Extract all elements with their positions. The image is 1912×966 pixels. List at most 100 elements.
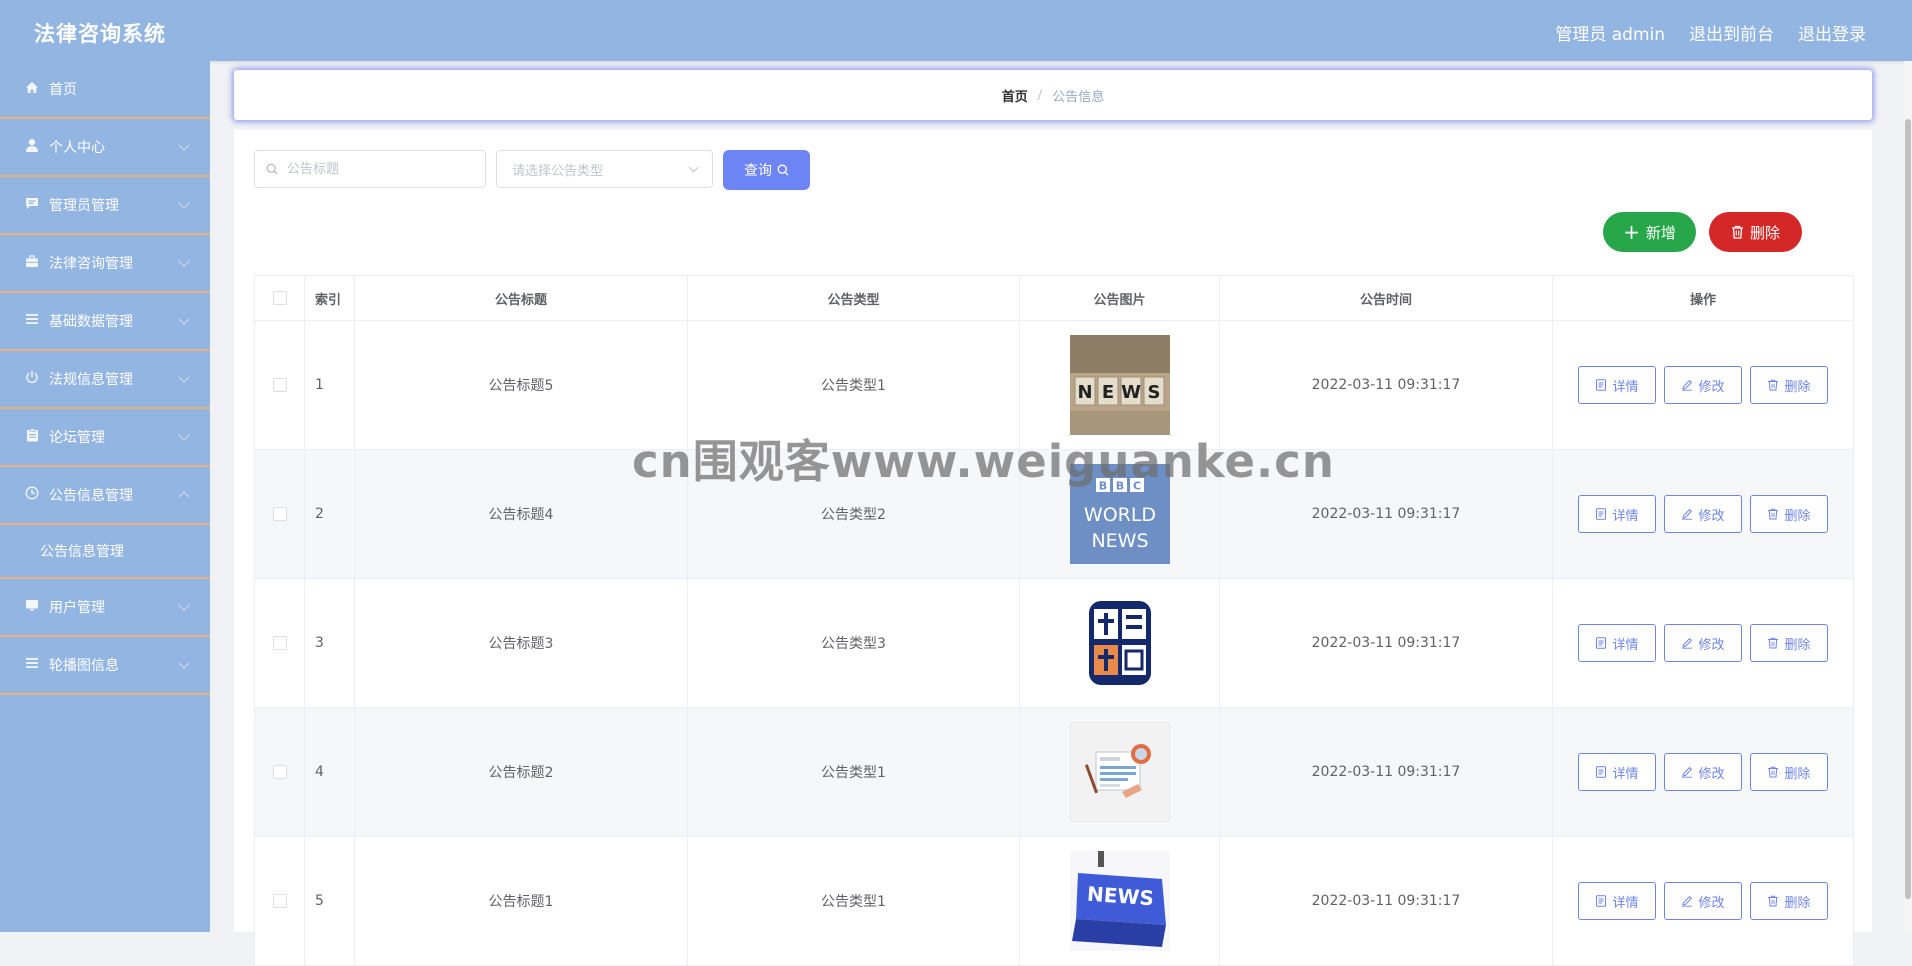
edit-button-label: 修改 xyxy=(1698,508,1725,524)
svg-text:B: B xyxy=(1098,480,1106,493)
row-index: 2 xyxy=(304,449,355,579)
row-delete-button[interactable]: 删除 xyxy=(1750,882,1828,920)
column-header-type: 公告类型 xyxy=(687,275,1020,321)
chevron-down-icon xyxy=(178,139,190,151)
detail-button-label: 详情 xyxy=(1612,895,1639,911)
bbc-world-news-thumbnail[interactable]: B B C WORLD NEWS xyxy=(1069,464,1170,564)
type-select-placeholder: 请选择公告类型 xyxy=(512,163,604,179)
sidebar-item-label: 公告信息管理 xyxy=(49,488,133,504)
column-header-actions: 操作 xyxy=(1552,275,1854,321)
sidebar-item-label: 个人中心 xyxy=(49,140,105,156)
sidebar-item-label: 论坛管理 xyxy=(49,430,105,446)
batch-delete-button[interactable]: 删除 xyxy=(1709,212,1802,252)
sidebar-item-label: 用户管理 xyxy=(49,600,105,616)
edit-button[interactable]: 修改 xyxy=(1664,366,1742,404)
row-checkbox[interactable] xyxy=(272,765,287,779)
edit-icon xyxy=(1682,637,1693,649)
top-links: 管理员 admin 退出到前台 退出登录 xyxy=(1555,20,1866,45)
announcement-table: 索引 公告标题 公告类型 公告图片 公告时间 操作 1 公告标题5 公告类型1 xyxy=(254,275,1854,966)
row-checkbox[interactable] xyxy=(272,636,287,650)
edit-button[interactable]: 修改 xyxy=(1664,624,1742,662)
row-delete-button[interactable]: 删除 xyxy=(1750,366,1828,404)
query-button[interactable]: 查询 xyxy=(723,150,810,190)
select-all-checkbox[interactable] xyxy=(272,291,287,305)
row-type: 公告类型1 xyxy=(687,707,1020,837)
detail-button[interactable]: 详情 xyxy=(1578,882,1656,920)
row-type: 公告类型3 xyxy=(687,578,1020,708)
chevron-down-icon xyxy=(178,657,190,669)
sidebar-subitem-announcement-management[interactable]: 公告信息管理 xyxy=(0,525,210,579)
home-icon xyxy=(23,81,41,98)
detail-button[interactable]: 详情 xyxy=(1578,624,1656,662)
sidebar-item-announcement-management[interactable]: 公告信息管理 xyxy=(0,467,210,525)
row-type: 公告类型1 xyxy=(687,836,1020,966)
announcement-type-select[interactable]: 请选择公告类型 xyxy=(496,150,713,188)
row-time: 2022-03-11 09:31:17 xyxy=(1219,707,1553,837)
sidebar-item-admin-management[interactable]: 管理员管理 xyxy=(0,177,210,235)
detail-button-label: 详情 xyxy=(1612,379,1639,395)
page-scrollbar[interactable] xyxy=(1904,61,1912,932)
row-title: 公告标题4 xyxy=(354,449,688,579)
column-header-image: 公告图片 xyxy=(1019,275,1220,321)
news-blocks-thumbnail[interactable]: N E W S xyxy=(1069,335,1170,435)
cctv-news-thumbnail[interactable] xyxy=(1069,593,1170,693)
row-delete-button-label: 删除 xyxy=(1784,379,1811,395)
sidebar-item-carousel-info[interactable]: 轮播图信息 xyxy=(0,637,210,695)
sidebar-item-regulation-management[interactable]: 法规信息管理 xyxy=(0,351,210,409)
sidebar-item-label: 轮播图信息 xyxy=(49,658,119,674)
row-actions-cell: 详情 修改 删除 xyxy=(1552,320,1854,450)
column-header-index: 索引 xyxy=(304,275,355,321)
row-delete-button[interactable]: 删除 xyxy=(1750,495,1828,533)
row-delete-button[interactable]: 删除 xyxy=(1750,753,1828,791)
row-type: 公告类型1 xyxy=(687,320,1020,450)
newspaper-illustration-thumbnail[interactable] xyxy=(1069,722,1170,822)
briefcase-icon xyxy=(23,254,41,272)
top-bar: 法律咨询系统 管理员 admin 退出到前台 退出登录 xyxy=(0,0,1912,61)
news-keyboard-thumbnail[interactable]: NEWS xyxy=(1069,851,1170,951)
sidebar-item-label: 管理员管理 xyxy=(49,198,119,214)
edit-button-label: 修改 xyxy=(1698,379,1725,395)
app-title: 法律咨询系统 xyxy=(34,22,166,46)
chevron-down-icon xyxy=(178,599,190,611)
list-icon xyxy=(23,313,41,329)
table-header-row: 索引 公告标题 公告类型 公告图片 公告时间 操作 xyxy=(254,275,1854,321)
row-delete-button[interactable]: 删除 xyxy=(1750,624,1828,662)
sidebar-item-user-management[interactable]: 用户管理 xyxy=(0,579,210,637)
row-checkbox[interactable] xyxy=(272,378,287,392)
edit-button[interactable]: 修改 xyxy=(1664,882,1742,920)
row-time: 2022-03-11 09:31:17 xyxy=(1219,578,1553,708)
edit-icon xyxy=(1682,895,1693,907)
sidebar-item-home[interactable]: 首页 xyxy=(0,61,210,119)
row-select-cell xyxy=(254,449,305,579)
sidebar-item-legal-consult-management[interactable]: 法律咨询管理 xyxy=(0,235,210,293)
title-search-input[interactable] xyxy=(285,160,469,178)
breadcrumb-home[interactable]: 首页 xyxy=(1002,86,1028,105)
document-icon xyxy=(1596,637,1607,649)
monitor-icon xyxy=(23,599,41,616)
add-button[interactable]: + 新增 xyxy=(1603,212,1696,252)
page-scrollbar-thumb[interactable] xyxy=(1905,119,1911,899)
chevron-down-icon xyxy=(178,371,190,383)
row-delete-button-label: 删除 xyxy=(1784,766,1811,782)
row-checkbox[interactable] xyxy=(272,507,287,521)
edit-icon xyxy=(1682,508,1693,520)
detail-button[interactable]: 详情 xyxy=(1578,753,1656,791)
back-to-front-link[interactable]: 退出到前台 xyxy=(1689,20,1774,45)
sidebar-item-forum-management[interactable]: 论坛管理 xyxy=(0,409,210,467)
row-select-cell xyxy=(254,320,305,450)
logout-link[interactable]: 退出登录 xyxy=(1798,20,1866,45)
detail-button[interactable]: 详情 xyxy=(1578,495,1656,533)
detail-button[interactable]: 详情 xyxy=(1578,366,1656,404)
sidebar-item-basic-data-management[interactable]: 基础数据管理 xyxy=(0,293,210,351)
trash-icon xyxy=(1768,766,1779,778)
row-checkbox[interactable] xyxy=(272,894,287,908)
chevron-up-icon xyxy=(178,491,190,503)
sidebar-item-label: 基础数据管理 xyxy=(49,314,133,330)
title-search-field[interactable] xyxy=(254,150,486,188)
edit-button[interactable]: 修改 xyxy=(1664,753,1742,791)
select-all-cell xyxy=(254,275,305,321)
edit-button[interactable]: 修改 xyxy=(1664,495,1742,533)
sidebar-item-personal-center[interactable]: 个人中心 xyxy=(0,119,210,177)
row-select-cell xyxy=(254,836,305,966)
breadcrumb-current: 公告信息 xyxy=(1052,89,1105,105)
